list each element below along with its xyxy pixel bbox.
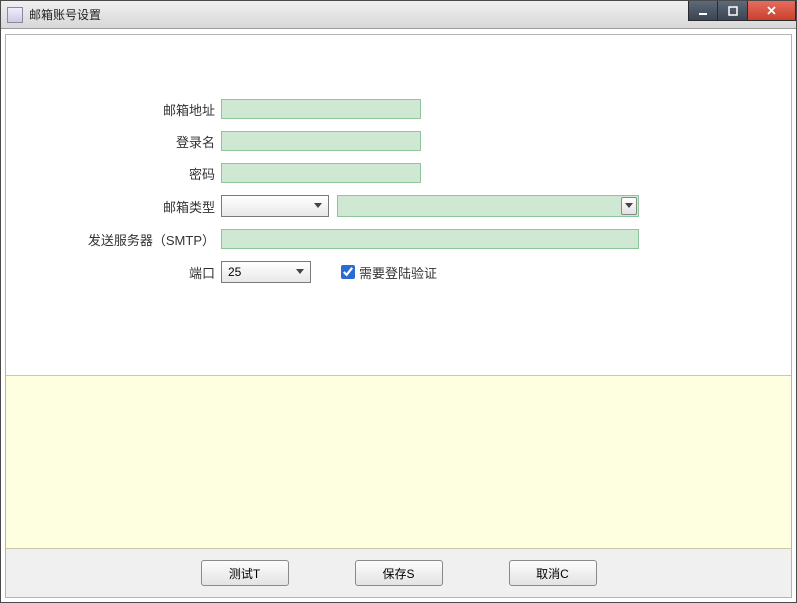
- cancel-button[interactable]: 取消C: [509, 560, 597, 586]
- minimize-icon: [698, 6, 708, 16]
- type-label: 邮箱类型: [6, 197, 221, 216]
- email-label: 邮箱地址: [6, 100, 221, 119]
- save-button[interactable]: 保存S: [355, 560, 443, 586]
- window-controls: [688, 1, 796, 21]
- password-input[interactable]: [221, 163, 421, 183]
- login-label: 登录名: [6, 132, 221, 151]
- button-bar: 测试T 保存S 取消C: [6, 549, 791, 597]
- type-combo[interactable]: [221, 195, 329, 217]
- smtp-label: 发送服务器（SMTP）: [6, 230, 221, 249]
- email-input[interactable]: [221, 99, 421, 119]
- maximize-icon: [728, 6, 738, 16]
- window-title: 邮箱账号设置: [29, 6, 101, 23]
- test-button[interactable]: 测试T: [201, 560, 289, 586]
- close-icon: [766, 5, 777, 16]
- auth-checkbox-text: 需要登陆验证: [359, 263, 437, 282]
- row-login: 登录名: [6, 131, 791, 151]
- info-pane: [6, 375, 791, 549]
- port-combo[interactable]: 25: [221, 261, 311, 283]
- window: 邮箱账号设置 邮箱地址 登录名 密码: [0, 0, 797, 603]
- form-pane: 邮箱地址 登录名 密码 邮箱类型: [6, 35, 791, 375]
- titlebar[interactable]: 邮箱账号设置: [1, 1, 796, 29]
- chevron-down-icon: [621, 197, 637, 215]
- close-button[interactable]: [748, 1, 796, 21]
- chevron-down-icon: [310, 198, 326, 214]
- row-email: 邮箱地址: [6, 99, 791, 119]
- minimize-button[interactable]: [688, 1, 718, 21]
- type-detail-combo[interactable]: [337, 195, 639, 217]
- auth-checkbox[interactable]: [341, 265, 355, 279]
- app-icon: [7, 7, 23, 23]
- maximize-button[interactable]: [718, 1, 748, 21]
- port-label: 端口: [6, 263, 221, 282]
- row-port: 端口 25 需要登陆验证: [6, 261, 791, 283]
- client-area: 邮箱地址 登录名 密码 邮箱类型: [5, 34, 792, 598]
- row-password: 密码: [6, 163, 791, 183]
- row-smtp: 发送服务器（SMTP）: [6, 229, 791, 249]
- smtp-input[interactable]: [221, 229, 639, 249]
- password-label: 密码: [6, 164, 221, 183]
- auth-checkbox-label[interactable]: 需要登陆验证: [341, 263, 437, 282]
- row-type: 邮箱类型: [6, 195, 791, 217]
- chevron-down-icon: [292, 264, 308, 280]
- login-input[interactable]: [221, 131, 421, 151]
- port-value: 25: [228, 265, 241, 279]
